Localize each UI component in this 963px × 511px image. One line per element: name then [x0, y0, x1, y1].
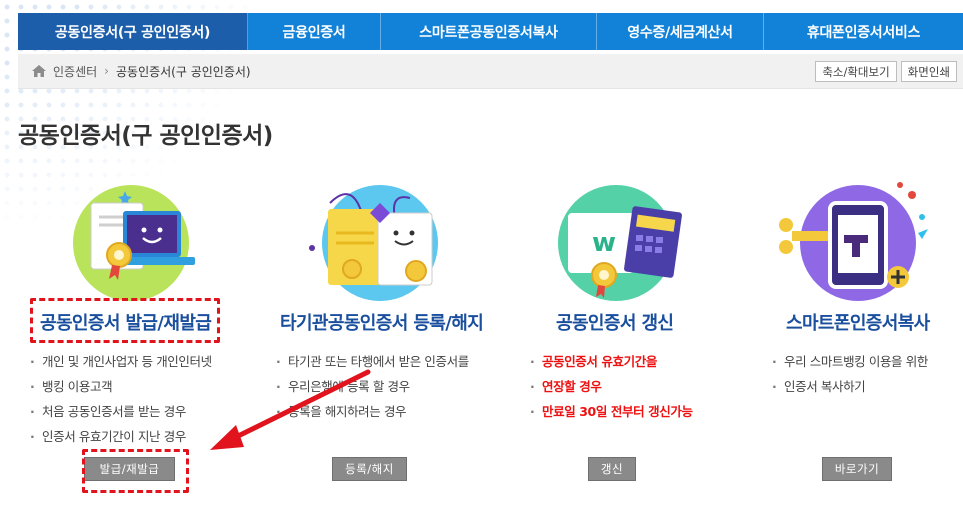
red-arrow-icon: [210, 369, 371, 450]
